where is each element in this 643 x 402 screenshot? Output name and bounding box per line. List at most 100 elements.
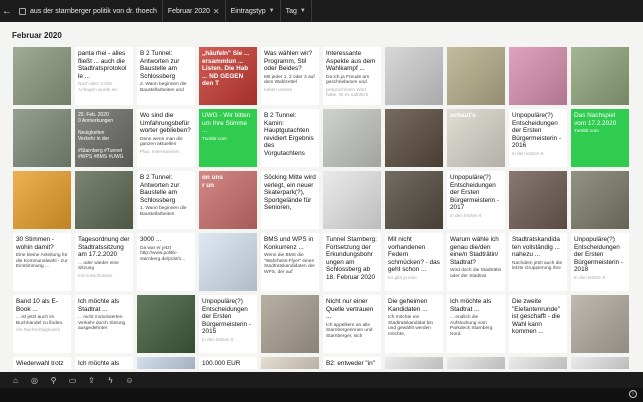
post-card[interactable]: UWG - Wir bitten um Ihre Stimme ... Tumbl… bbox=[199, 109, 257, 167]
post-card[interactable]: Ich möchte als Stadtrat ... ... endlich d… bbox=[447, 295, 505, 353]
blog-filter-chip[interactable]: aus der starnberger politik von dr. thoe… bbox=[14, 0, 163, 22]
post-card[interactable]: Warum wähle ich genau die/den eine/n Sta… bbox=[447, 233, 505, 291]
post-card[interactable]: „häufeln" Sie ... ersammlun ... Listen. … bbox=[199, 47, 257, 105]
post-thumbnail bbox=[323, 109, 381, 167]
post-excerpt: Eine kleine Anleitung für die Kommunalwa… bbox=[16, 253, 68, 270]
post-card[interactable]: Tagesordnung der Stadtratssitzung am 17.… bbox=[75, 233, 133, 291]
post-meta: Plan, Interessenten bbox=[140, 148, 180, 154]
post-card[interactable] bbox=[509, 171, 567, 229]
post-card[interactable] bbox=[509, 47, 567, 105]
post-card[interactable]: B 2 Tunnel: Antworten zur Baustelle am S… bbox=[137, 47, 195, 105]
post-thumbnail bbox=[137, 357, 195, 369]
post-card[interactable]: B 2 Tunnel: Kamin: Hauptgutachten revidi… bbox=[261, 109, 319, 167]
post-card[interactable] bbox=[385, 357, 443, 369]
post-card[interactable]: Wiederwahl trotz bbox=[13, 357, 71, 369]
post-card[interactable]: B2: entweder "in" bbox=[323, 357, 381, 369]
post-card[interactable]: Unpopuläre(?) Entscheidungen der Ersten … bbox=[571, 233, 629, 291]
post-card[interactable] bbox=[571, 47, 629, 105]
post-card[interactable]: Band 10 als E-Book ... ... ist jetzt auch… bbox=[13, 295, 71, 353]
post-card[interactable] bbox=[13, 171, 71, 229]
post-card[interactable]: B 2 Tunnel: Antworten zur Baustelle am S… bbox=[137, 171, 195, 229]
post-card[interactable]: Mit nicht vorhandenen Federn schmücken? … bbox=[385, 233, 443, 291]
info-icon[interactable]: i bbox=[629, 390, 637, 398]
post-card[interactable] bbox=[385, 109, 443, 167]
post-card[interactable] bbox=[261, 295, 319, 353]
blog-icon bbox=[19, 7, 26, 15]
post-card[interactable]: 3000 ... Da war er jetzt http://www.polit… bbox=[137, 233, 195, 291]
search-icon[interactable]: ⚲ bbox=[44, 374, 63, 386]
post-card[interactable]: 30 Stimmen - wohin damit? Eine kleine Anl… bbox=[13, 233, 71, 291]
people-icon[interactable]: ☺ bbox=[120, 374, 139, 386]
post-card[interactable] bbox=[509, 357, 567, 369]
post-card[interactable] bbox=[323, 171, 381, 229]
post-card[interactable] bbox=[323, 109, 381, 167]
post-thumbnail bbox=[571, 295, 629, 353]
post-card[interactable]: panta rhei - alles fließt ... auch die S… bbox=[75, 47, 133, 105]
post-card[interactable]: Wo sind die Umfahrungsbefür worter gebli… bbox=[137, 109, 195, 167]
post-card[interactable]: 25. Feb. 2020 0 Anmerkungen Neuigkeiten … bbox=[75, 109, 133, 167]
post-meta: Als Nachschlagewerk bbox=[16, 327, 60, 333]
post-card[interactable]: schaut's bbox=[447, 109, 505, 167]
post-card[interactable] bbox=[137, 357, 195, 369]
post-card[interactable]: Interessante Aspekte aus dem Wahlkampf .… bbox=[323, 47, 381, 105]
post-excerpt: ... ist jetzt auch im Buchhandel zu find… bbox=[16, 315, 64, 326]
post-card[interactable]: Unpopuläre(?) Entscheidungen der Ersten … bbox=[509, 109, 567, 167]
post-card[interactable]: Das Nachspiel vom 17.2.2020 Tumblr.com bbox=[571, 109, 629, 167]
post-thumbnail bbox=[199, 233, 257, 291]
post-card[interactable]: Söcking Mitte wird verlegt, ein neuer Sk… bbox=[261, 171, 319, 229]
post-title: B 2 Tunnel: Kamin: Hauptgutachten revidi… bbox=[264, 112, 314, 157]
post-thumbnail bbox=[509, 357, 567, 369]
home-icon[interactable]: ⌂ bbox=[6, 374, 25, 386]
post-excerpt: Tumblr.com bbox=[202, 136, 227, 142]
post-title: B2: entweder "in" bbox=[326, 360, 375, 367]
post-card[interactable] bbox=[385, 171, 443, 229]
post-card[interactable]: Nicht nur einer Quelle vertrauen ... Ich … bbox=[323, 295, 381, 353]
post-card[interactable] bbox=[571, 171, 629, 229]
tag-filter-chip[interactable]: Tag ▼ bbox=[281, 0, 312, 22]
type-filter-chip[interactable]: Eintragstyp ▼ bbox=[226, 0, 281, 22]
compass-icon[interactable]: ◎ bbox=[25, 374, 44, 386]
post-card[interactable] bbox=[137, 295, 195, 353]
post-card[interactable] bbox=[571, 295, 629, 353]
post-card[interactable]: Ich möchte als Stadtrat ... ... nicht mot… bbox=[75, 295, 133, 353]
type-filter-label: Eintragstyp bbox=[230, 7, 266, 15]
post-thumbnail bbox=[571, 47, 629, 105]
post-card[interactable] bbox=[447, 357, 505, 369]
post-card[interactable] bbox=[13, 109, 71, 167]
post-card[interactable] bbox=[447, 47, 505, 105]
post-card[interactable] bbox=[385, 47, 443, 105]
post-card[interactable]: Stadtratskandida ten vollständig ... nah… bbox=[509, 233, 567, 291]
post-card[interactable]: Unpopuläre(?) Entscheidungen der Ersten … bbox=[199, 295, 257, 353]
post-title: Was wählen wir? Programm, Stil oder Beid… bbox=[264, 50, 313, 73]
post-excerpt: Tumblr.com bbox=[574, 129, 599, 135]
date-filter-chip[interactable]: Februar 2020 ✕ bbox=[163, 0, 226, 22]
post-card[interactable]: Die geheimen Kandidaten ... Ich möchte ei… bbox=[385, 295, 443, 353]
month-heading: Februar 2020 bbox=[12, 31, 62, 40]
clear-date-icon[interactable]: ✕ bbox=[213, 7, 220, 16]
back-arrow-icon[interactable]: ← bbox=[0, 6, 14, 17]
post-card[interactable]: BMS und WPS in Konkurrenz ... Wenn die BM… bbox=[261, 233, 319, 291]
post-card[interactable]: Die zweite "Elefantenrunde" ist geschaff… bbox=[509, 295, 567, 353]
inbox-icon[interactable]: ▭ bbox=[63, 374, 82, 386]
lightning-icon[interactable]: ϟ bbox=[101, 374, 120, 386]
post-thumbnail bbox=[261, 295, 319, 353]
post-card[interactable] bbox=[261, 357, 319, 369]
post-excerpt: 2. Wann beginnen die Baustellarbeiten un… bbox=[140, 82, 187, 93]
post-card[interactable]: Ich möchte als bbox=[75, 357, 133, 369]
post-card[interactable] bbox=[571, 357, 629, 369]
post-title: Unpopuläre(?) Entscheidungen der Ersten … bbox=[574, 236, 624, 274]
thumbnail-caption: „häufeln" Sie ... ersammlun ... Listen. … bbox=[202, 50, 250, 88]
post-card[interactable]: on uns r un bbox=[199, 171, 257, 229]
post-title: B 2 Tunnel: Antworten zur Baustelle am S… bbox=[140, 50, 180, 80]
post-title: Tagesordnung der Stadtratssitzung am 17.… bbox=[78, 236, 130, 259]
post-title: Tunnel Starnberg: Fortsetzung der Erkund… bbox=[326, 236, 377, 281]
post-card[interactable]: Unpopuläre(?) Entscheidungen der Ersten … bbox=[447, 171, 505, 229]
post-card[interactable] bbox=[75, 171, 133, 229]
post-card[interactable]: 100.000 EUR bbox=[199, 357, 257, 369]
upload-icon[interactable]: ⇪ bbox=[82, 374, 101, 386]
post-card[interactable]: Tunnel Starnberg: Fortsetzung der Erkund… bbox=[323, 233, 381, 291]
post-card[interactable]: Was wählen wir? Programm, Stil oder Beid… bbox=[261, 47, 319, 105]
post-card[interactable] bbox=[13, 47, 71, 105]
post-title: Interessante Aspekte aus dem Wahlkampf .… bbox=[326, 50, 376, 73]
post-card[interactable] bbox=[199, 233, 257, 291]
